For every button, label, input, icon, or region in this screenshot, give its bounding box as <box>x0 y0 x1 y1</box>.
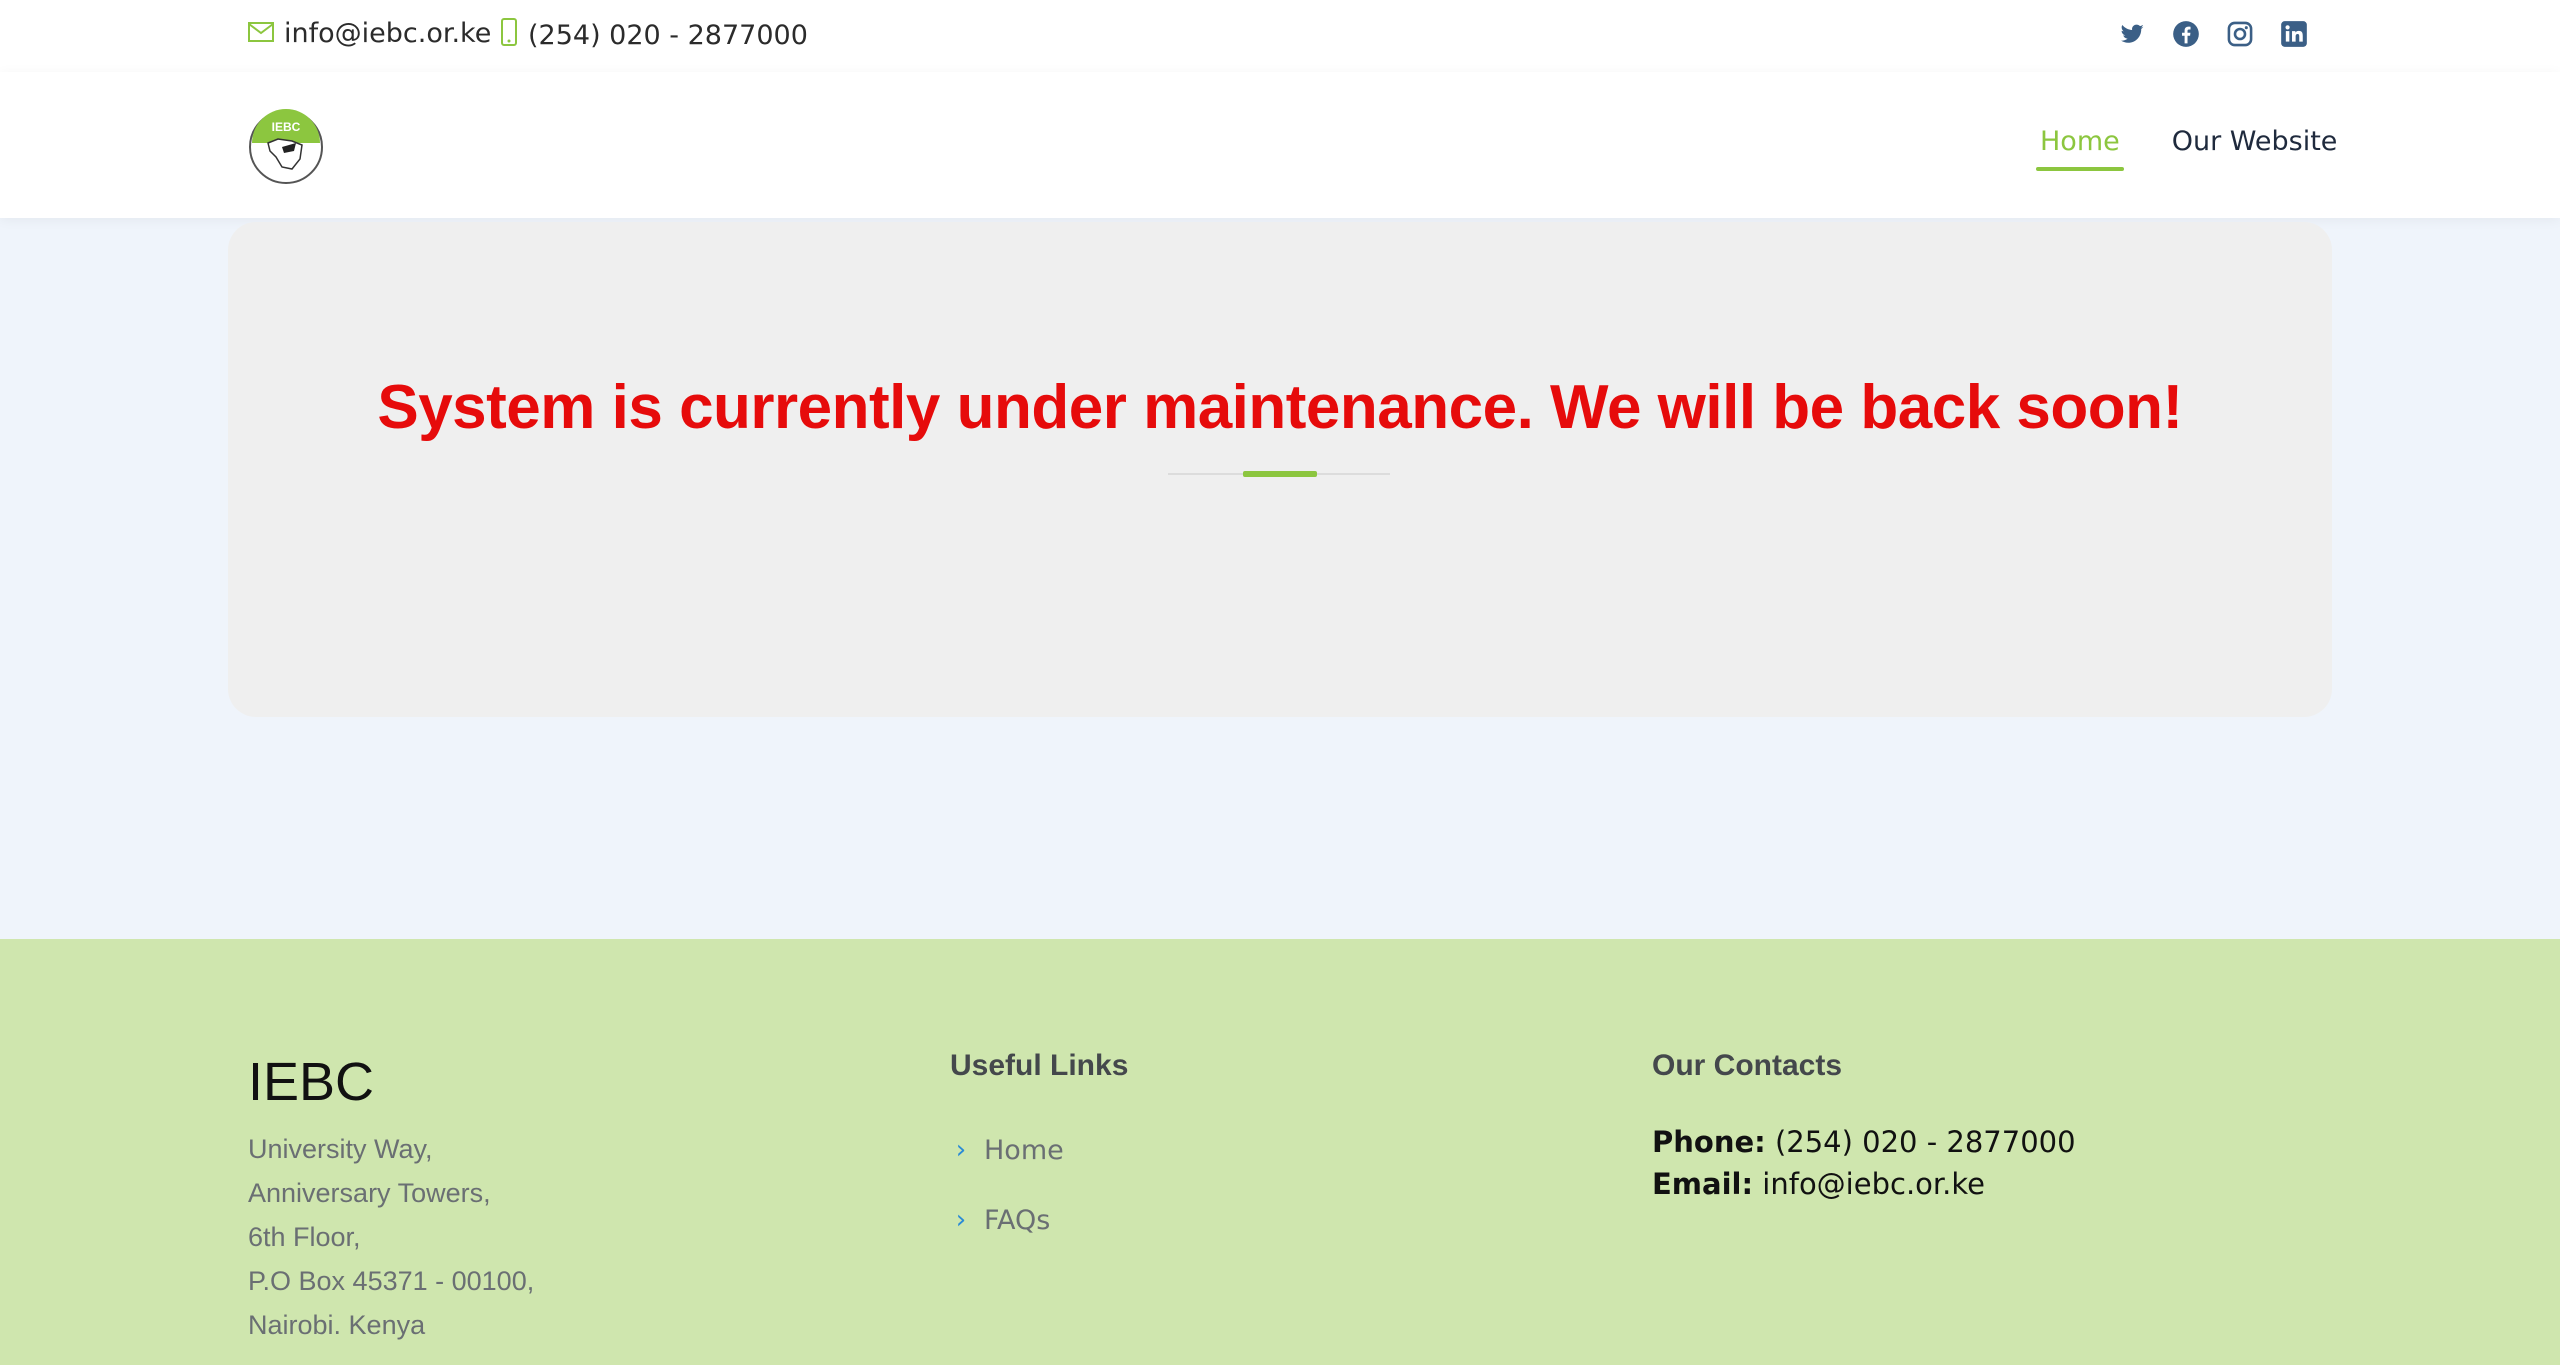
email-value[interactable]: info@iebc.or.ke <box>1762 1167 1985 1201</box>
top-bar: info@iebc.or.ke (254) 020 - 2877000 <box>0 0 2560 73</box>
contact-email-row: Email: info@iebc.or.ke <box>1652 1163 2076 1205</box>
footer-link-label[interactable]: FAQs <box>984 1205 1050 1236</box>
footer-link-label[interactable]: Home <box>984 1135 1064 1166</box>
email-label: Email: <box>1652 1167 1754 1201</box>
facebook-icon[interactable] <box>2172 20 2200 48</box>
address-line: P.O Box 45371 - 00100, <box>248 1266 535 1296</box>
address-line: Nairobi. Kenya <box>248 1310 426 1340</box>
useful-links-list: › Home › FAQs <box>950 1115 1064 1255</box>
iebc-logo[interactable]: IEBC <box>248 109 324 185</box>
footer-link-faqs[interactable]: › FAQs <box>950 1185 1064 1255</box>
useful-links-title: Useful Links <box>950 1049 1129 1082</box>
linkedin-icon[interactable] <box>2280 20 2308 48</box>
site-footer: IEBC University Way, Anniversary Towers,… <box>0 939 2560 1365</box>
social-links <box>2118 20 2308 48</box>
footer-address: University Way, Anniversary Towers, 6th … <box>248 1127 534 1347</box>
main-nav: Home Our Website <box>2036 126 2341 171</box>
address-line: 6th Floor, <box>248 1222 361 1252</box>
phone-icon <box>500 18 518 53</box>
nav-home[interactable]: Home <box>2036 126 2124 171</box>
maintenance-message: System is currently under maintenance. W… <box>377 373 2183 442</box>
topbar-email-text[interactable]: info@iebc.or.ke <box>284 18 491 49</box>
topbar-phone[interactable]: (254) 020 - 2877000 <box>500 18 808 53</box>
footer-contacts: Phone: (254) 020 - 2877000 Email: info@i… <box>1652 1121 2076 1205</box>
envelope-icon <box>248 18 274 49</box>
topbar-email[interactable]: info@iebc.or.ke <box>248 18 491 49</box>
address-line: University Way, <box>248 1134 433 1164</box>
chevron-right-icon: › <box>955 1205 967 1235</box>
chevron-right-icon: › <box>955 1135 967 1165</box>
phone-value[interactable]: (254) 020 - 2877000 <box>1775 1125 2076 1159</box>
topbar-phone-text[interactable]: (254) 020 - 2877000 <box>528 20 808 51</box>
nav-our-website[interactable]: Our Website <box>2168 126 2342 171</box>
footer-brand: IEBC <box>248 1052 375 1112</box>
phone-label: Phone: <box>1652 1125 1766 1159</box>
our-contacts-title: Our Contacts <box>1652 1049 1843 1082</box>
footer-link-home[interactable]: › Home <box>950 1115 1064 1185</box>
site-header: IEBC Home Our Website <box>0 72 2560 218</box>
logo-text: IEBC <box>272 120 301 134</box>
address-line: Anniversary Towers, <box>248 1178 491 1208</box>
instagram-icon[interactable] <box>2226 20 2254 48</box>
divider-accent <box>1243 471 1317 477</box>
twitter-icon[interactable] <box>2118 20 2146 48</box>
maintenance-panel: System is currently under maintenance. W… <box>228 222 2332 717</box>
contact-phone-row: Phone: (254) 020 - 2877000 <box>1652 1121 2076 1163</box>
